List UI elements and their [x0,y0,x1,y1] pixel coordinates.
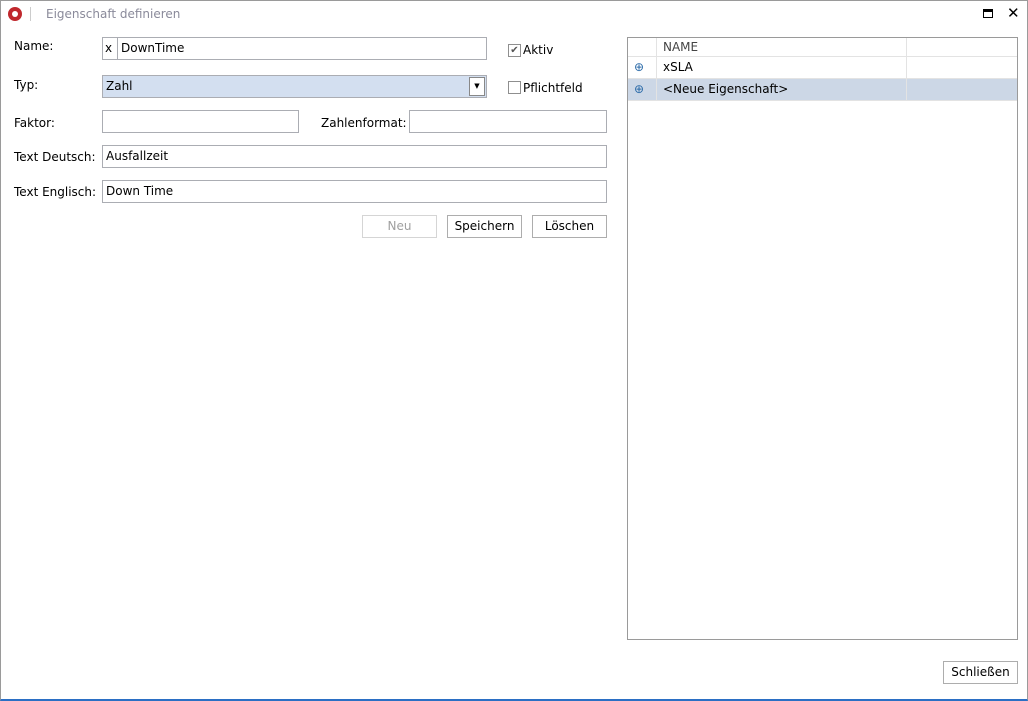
title-separator [30,7,31,21]
text-deutsch-input[interactable]: Ausfallzeit [102,145,607,168]
zahlenformat-label: Zahlenformat: [321,116,407,130]
pflichtfeld-label: Pflichtfeld [523,81,583,95]
text-deutsch-label: Text Deutsch: [14,150,96,164]
faktor-label: Faktor: [14,116,55,130]
name-input[interactable]: DownTime [117,37,487,60]
faktor-input[interactable] [102,110,299,133]
row-name: xSLA [657,57,907,78]
typ-value: Zahl [106,79,133,93]
property-icon: ⊕ [628,57,657,78]
typ-label: Typ: [14,78,39,92]
table-row[interactable]: ⊕ xSLA [628,57,1017,79]
column-header-name[interactable]: NAME [657,38,907,56]
name-label: Name: [14,39,54,53]
text-englisch-label: Text Englisch: [14,185,97,199]
dialog-window: Eigenschaft definieren ✕ Name: x DownTim… [0,0,1028,701]
zahlenformat-input[interactable] [409,110,607,133]
close-icon[interactable]: ✕ [1007,4,1020,22]
pflichtfeld-checkbox[interactable] [508,81,521,94]
window-title: Eigenschaft definieren [46,7,181,21]
typ-select[interactable]: Zahl [102,75,487,98]
app-logo-icon [8,7,22,21]
row-name: <Neue Eigenschaft> [657,79,907,100]
aktiv-label: Aktiv [523,43,554,57]
properties-grid: NAME ⊕ xSLA ⊕ <Neue Eigenschaft> [627,37,1018,640]
chevron-down-icon[interactable]: ▼ [469,77,485,96]
loeschen-button[interactable]: Löschen [532,215,607,238]
speichern-button[interactable]: Speichern [447,215,522,238]
maximize-button[interactable] [983,9,993,18]
table-row-selected[interactable]: ⊕ <Neue Eigenschaft> [628,79,1017,101]
neu-button[interactable]: Neu [362,215,437,238]
schliessen-button[interactable]: Schließen [943,661,1018,684]
name-prefix: x [102,37,118,60]
aktiv-checkbox[interactable]: ✔ [508,44,521,57]
text-englisch-input[interactable]: Down Time [102,180,607,203]
property-icon: ⊕ [628,79,657,100]
grid-header: NAME [628,38,1017,57]
